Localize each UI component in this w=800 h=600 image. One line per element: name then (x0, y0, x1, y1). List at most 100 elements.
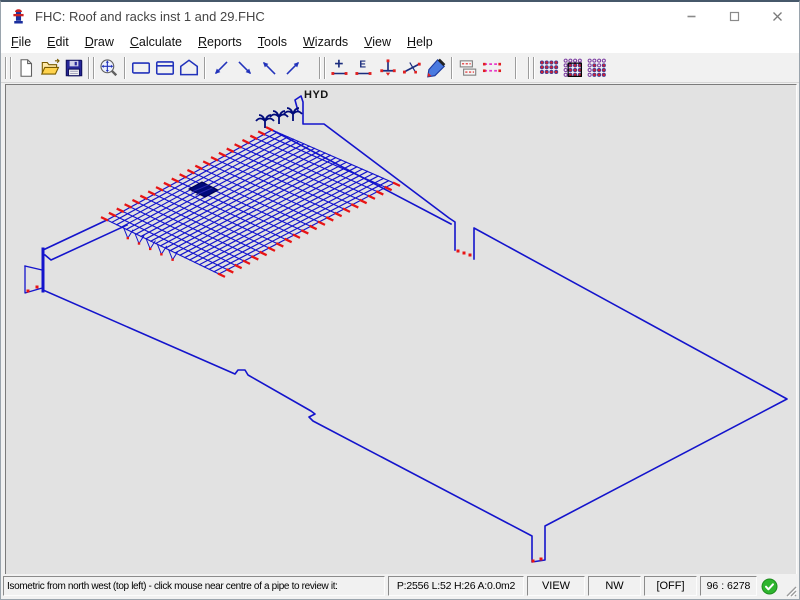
sprinkler-head[interactable] (463, 252, 466, 255)
branch-pipe[interactable] (201, 169, 319, 222)
range-pipe[interactable] (126, 139, 293, 229)
sprinkler-tick[interactable] (369, 196, 374, 198)
sprinkler-tick[interactable] (302, 231, 307, 233)
open-folder-button[interactable] (38, 55, 62, 81)
new-file-button[interactable] (14, 55, 38, 81)
sprinkler-tick[interactable] (181, 175, 186, 177)
sprinkler-tick[interactable] (157, 188, 162, 190)
sprinkler-tick[interactable] (149, 192, 154, 194)
toolbar-grip[interactable] (319, 57, 326, 79)
drop-hanger[interactable] (169, 250, 178, 260)
sprinkler-tick[interactable] (236, 265, 241, 267)
sprinkler-tick[interactable] (269, 248, 274, 250)
sprinkler-tick[interactable] (243, 140, 248, 142)
sprinkler-tick[interactable] (227, 270, 232, 272)
sprinkler-tick[interactable] (277, 244, 282, 246)
menu-wizards[interactable]: Wizards (295, 33, 356, 51)
drop-hanger[interactable] (124, 228, 133, 238)
pentagon-iso-button[interactable] (177, 55, 201, 81)
sprinkler-tick[interactable] (261, 252, 266, 254)
menu-reports[interactable]: Reports (190, 33, 250, 51)
sprinkler-tick[interactable] (118, 209, 123, 211)
e-line-button[interactable]: E (352, 55, 376, 81)
sprinkler-tick[interactable] (286, 239, 291, 241)
sprinkler-head[interactable] (160, 253, 162, 255)
sprinkler-tick[interactable] (252, 257, 257, 259)
pipe-3[interactable] (43, 220, 107, 250)
hydrant-symbol[interactable] (256, 115, 274, 128)
sprinkler-tick[interactable] (361, 200, 366, 202)
menu-file[interactable]: File (3, 33, 39, 51)
rect-section-button[interactable] (153, 55, 177, 81)
toolbar-grip[interactable] (5, 57, 12, 79)
pen-button[interactable] (424, 55, 448, 81)
sprinkler-tick[interactable] (173, 179, 178, 181)
sprinkler-head[interactable] (540, 558, 543, 561)
dashed-lines-button[interactable] (480, 55, 504, 81)
stacked-panels-button[interactable] (456, 55, 480, 81)
sprinkler-tick[interactable] (188, 170, 193, 172)
sprinkler-tick[interactable] (141, 196, 146, 198)
sprinkler-tick[interactable] (219, 274, 224, 276)
sprinkler-tick[interactable] (344, 209, 349, 211)
dot-grid-select-button[interactable] (561, 55, 585, 81)
menu-edit[interactable]: Edit (39, 33, 77, 51)
sprinkler-tick[interactable] (110, 213, 115, 215)
sprinkler-head[interactable] (469, 254, 472, 257)
dot-grid-mixed-button[interactable] (585, 55, 609, 81)
sprinkler-tick[interactable] (336, 213, 341, 215)
close-button[interactable] (756, 2, 799, 31)
sprinkler-head[interactable] (171, 259, 173, 261)
dot-grid-filled-button[interactable] (537, 55, 561, 81)
pipe-0[interactable] (43, 228, 787, 562)
pipe-1[interactable] (295, 96, 455, 250)
resize-grip[interactable] (784, 584, 797, 597)
sprinkler-tick[interactable] (311, 226, 316, 228)
menu-draw[interactable]: Draw (77, 33, 122, 51)
arrow-se-button[interactable] (233, 55, 257, 81)
sprinkler-tick[interactable] (377, 192, 382, 194)
sprinkler-head[interactable] (127, 237, 129, 239)
sprinkler-tick[interactable] (327, 218, 332, 220)
sprinkler-head[interactable] (138, 242, 140, 244)
sprinkler-tick[interactable] (319, 222, 324, 224)
hydrant-symbol[interactable] (284, 108, 302, 121)
arrow-sw-button[interactable] (209, 55, 233, 81)
sprinkler-tick[interactable] (267, 128, 272, 130)
sprinkler-tick[interactable] (212, 158, 217, 160)
sprinkler-tick[interactable] (133, 200, 138, 202)
crossed-line-button[interactable] (400, 55, 424, 81)
range-pipe[interactable] (112, 132, 277, 222)
drawing-canvas[interactable]: HYD (5, 84, 797, 576)
save-floppy-button[interactable] (62, 55, 86, 81)
sprinkler-tick[interactable] (244, 261, 249, 263)
sprinkler-tick[interactable] (126, 205, 131, 207)
toolbar-grip[interactable] (528, 57, 535, 79)
range-pipe[interactable] (117, 135, 283, 225)
drop-hanger[interactable] (146, 239, 155, 249)
zoom-extents-button[interactable] (97, 55, 121, 81)
sprinkler-tick[interactable] (236, 145, 241, 147)
menu-calculate[interactable]: Calculate (122, 33, 190, 51)
toolbar-grip[interactable] (88, 57, 95, 79)
sprinkler-head[interactable] (532, 560, 535, 563)
sprinkler-tick[interactable] (394, 183, 399, 185)
sprinkler-tick[interactable] (196, 166, 201, 168)
tee-arrows-button[interactable] (376, 55, 400, 81)
menu-view[interactable]: View (356, 33, 399, 51)
plus-line-button[interactable] (328, 55, 352, 81)
sprinkler-tick[interactable] (204, 162, 209, 164)
range-pipe[interactable] (122, 137, 288, 227)
rect-plan-button[interactable] (129, 55, 153, 81)
pump-block-symbol[interactable] (189, 182, 218, 197)
sprinkler-tick[interactable] (228, 149, 233, 151)
sprinkler-head[interactable] (36, 286, 39, 289)
sprinkler-tick[interactable] (251, 136, 256, 138)
sprinkler-tick[interactable] (102, 218, 107, 220)
sprinkler-head[interactable] (457, 250, 460, 253)
drop-hanger[interactable] (157, 244, 166, 254)
menu-help[interactable]: Help (399, 33, 441, 51)
sprinkler-tick[interactable] (294, 235, 299, 237)
pipe-7[interactable] (25, 266, 42, 270)
arrow-ne-button[interactable] (281, 55, 305, 81)
